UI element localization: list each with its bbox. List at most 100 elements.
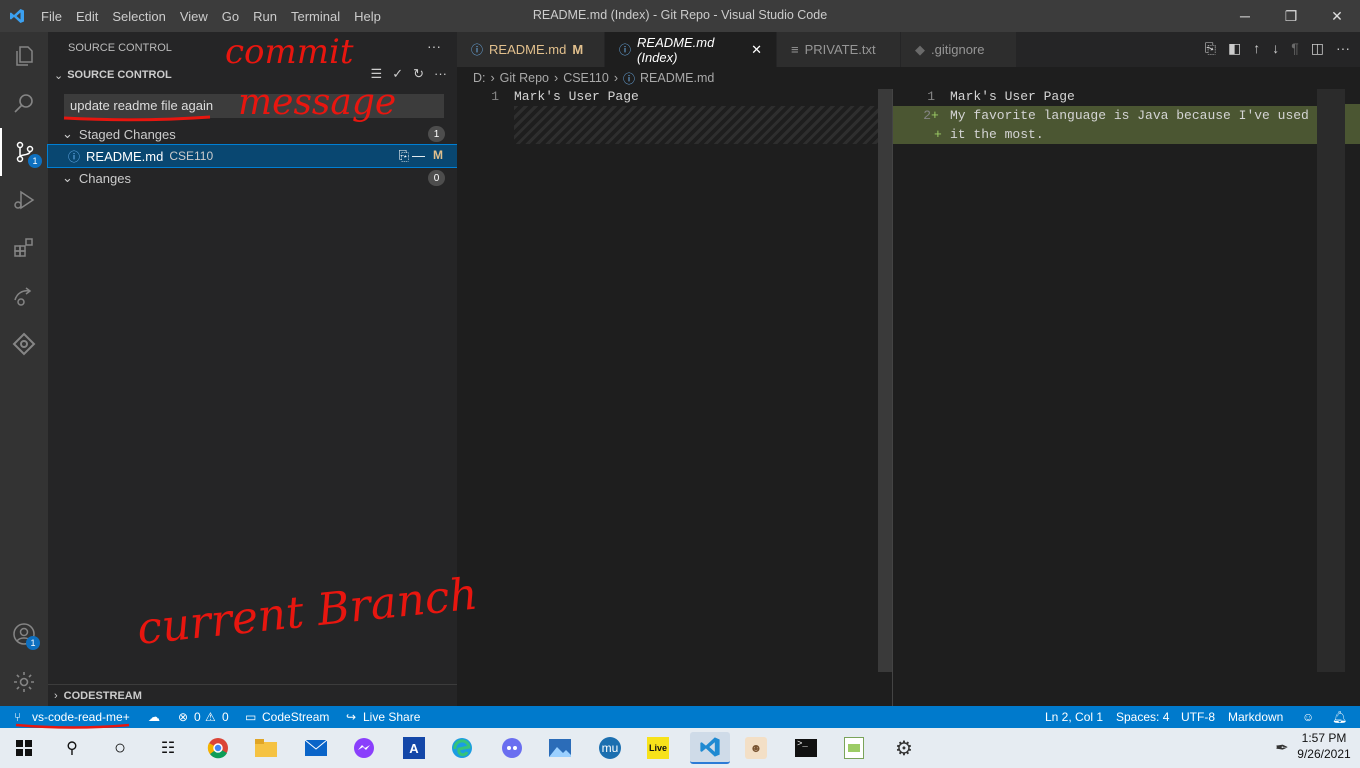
system-clock[interactable]: 1:57 PM 9/26/2021	[1294, 731, 1354, 761]
comment-icon: ▭	[245, 710, 257, 724]
modified-status-badge: M	[433, 148, 443, 162]
code-line: Mark's User Page	[950, 89, 1075, 104]
menu-run[interactable]: Run	[246, 9, 284, 24]
more-actions-icon[interactable]: ···	[427, 38, 441, 54]
commit-check-icon[interactable]: ✓	[392, 66, 403, 82]
minimize-button[interactable]: ─	[1222, 0, 1268, 32]
changes-group[interactable]: ⌄ Changes 0	[48, 167, 457, 189]
refresh-icon[interactable]: ↻	[413, 66, 424, 82]
staged-file-row[interactable]: ⓘ README.md CSE110 ⎘ — M	[47, 144, 458, 168]
sync-cloud-icon[interactable]: ☁	[148, 710, 160, 724]
warning-count[interactable]: 0	[222, 710, 229, 724]
warning-icon: ⚠	[205, 710, 216, 724]
open-file-icon[interactable]: ⎘	[399, 148, 409, 164]
staged-count-badge: 1	[428, 126, 445, 142]
messenger-icon[interactable]	[348, 732, 380, 764]
chevron-right-icon: ›	[54, 689, 58, 702]
cursor-position[interactable]: Ln 2, Col 1	[1045, 710, 1103, 724]
next-change-icon[interactable]: ↓	[1272, 40, 1279, 57]
tab-readme-index[interactable]: ⓘ README.md (Index) ✕	[605, 32, 777, 67]
settings-gear-icon[interactable]	[0, 658, 48, 706]
section-title: SOURCE CONTROL	[67, 69, 172, 81]
previous-change-icon[interactable]: ↑	[1253, 40, 1260, 57]
run-debug-icon[interactable]	[0, 176, 48, 224]
tab-private[interactable]: ≡ PRIVATE.txt	[777, 32, 901, 67]
open-changes-icon[interactable]: ◧	[1228, 40, 1241, 57]
annotation-underline-message	[63, 115, 211, 122]
diff-right-pane[interactable]: 1 Mark's User Page 2 + My favorite langu…	[893, 89, 1330, 706]
view-as-tree-icon[interactable]: ☰	[371, 66, 383, 82]
search-icon[interactable]	[0, 80, 48, 128]
accounts-icon[interactable]: 1	[0, 610, 48, 658]
mu-editor-icon[interactable]: mu	[594, 732, 626, 764]
line-number: 1	[927, 89, 935, 104]
git-file-icon: ◆	[915, 41, 925, 57]
breadcrumb-subfolder[interactable]: CSE110	[563, 71, 609, 85]
staged-changes-group[interactable]: ⌄ Staged Changes 1	[48, 123, 457, 145]
game-app-icon[interactable]: ☻	[740, 732, 772, 764]
unstage-icon[interactable]: —	[412, 148, 425, 163]
file-explorer-icon[interactable]	[250, 732, 282, 764]
diff-left-pane[interactable]: 1 Mark's User Page	[457, 89, 889, 706]
open-file-icon[interactable]: ⎘	[1205, 40, 1216, 57]
notepad-plus-icon[interactable]	[838, 732, 870, 764]
extensions-icon[interactable]	[0, 224, 48, 272]
menu-edit[interactable]: Edit	[69, 9, 105, 24]
menu-bar: File Edit Selection View Go Run Terminal Help	[34, 9, 388, 24]
breadcrumb-drive[interactable]: D:	[473, 71, 486, 85]
vscode-taskbar-icon[interactable]	[690, 732, 730, 764]
breadcrumb-folder[interactable]: Git Repo	[500, 71, 549, 85]
photos-icon[interactable]	[544, 732, 576, 764]
left-scrollbar[interactable]	[878, 89, 892, 672]
notifications-bell-icon[interactable]: 🔔︎	[1332, 710, 1347, 724]
live-app-icon[interactable]: Live	[642, 732, 674, 764]
menu-terminal[interactable]: Terminal	[284, 9, 347, 24]
breadcrumb: D: › Git Repo › CSE110 › ⓘ README.md	[473, 71, 715, 86]
terminal-icon[interactable]: >_	[790, 732, 822, 764]
breadcrumb-file[interactable]: README.md	[640, 71, 714, 85]
task-view-icon[interactable]: ☷	[152, 732, 184, 764]
more-icon[interactable]: ···	[434, 66, 447, 82]
menu-help[interactable]: Help	[347, 9, 388, 24]
source-control-section-header[interactable]: ⌄ SOURCE CONTROL ☰ ✓ ↻ ···	[48, 64, 457, 86]
menu-go[interactable]: Go	[215, 9, 246, 24]
edge-icon[interactable]	[446, 732, 478, 764]
live-share-icon[interactable]	[0, 272, 48, 320]
more-icon[interactable]: ···	[1336, 40, 1350, 57]
windows-start-icon[interactable]	[8, 732, 40, 764]
codestream-status[interactable]: CodeStream	[262, 710, 329, 724]
taskbar-search-icon[interactable]: ⚲	[56, 732, 88, 764]
title-bar: File Edit Selection View Go Run Terminal Help R…	[0, 0, 1360, 32]
close-button[interactable]: ✕	[1314, 0, 1360, 32]
codestream-section-header[interactable]: › CODESTREAM	[48, 684, 457, 706]
menu-file[interactable]: File	[34, 9, 69, 24]
menu-selection[interactable]: Selection	[105, 9, 172, 24]
discord-icon[interactable]	[496, 732, 528, 764]
mail-icon[interactable]	[300, 732, 332, 764]
indentation[interactable]: Spaces: 4	[1116, 710, 1169, 724]
tab-gitignore[interactable]: ◆ .gitignore	[901, 32, 1017, 67]
error-count[interactable]: 0	[194, 710, 201, 724]
feedback-icon[interactable]: ☺	[1302, 710, 1314, 724]
whitespace-icon[interactable]: ¶	[1291, 40, 1299, 57]
source-control-icon[interactable]: 1	[0, 128, 48, 176]
settings-taskbar-icon[interactable]: ⚙	[888, 732, 920, 764]
explorer-icon[interactable]	[0, 32, 48, 80]
app-a-icon[interactable]: A	[398, 732, 430, 764]
chevron-down-icon: ⌄	[62, 126, 73, 141]
menu-view[interactable]: View	[173, 9, 215, 24]
live-share-status[interactable]: Live Share	[363, 710, 420, 724]
right-scrollbar[interactable]	[1317, 89, 1345, 672]
split-editor-icon[interactable]: ◫	[1311, 40, 1324, 57]
chrome-icon[interactable]	[202, 732, 234, 764]
cortana-icon[interactable]: ○	[104, 732, 136, 764]
tab-readme[interactable]: ⓘ README.md M	[457, 32, 605, 67]
code-line: it the most.	[950, 127, 1044, 142]
encoding[interactable]: UTF-8	[1181, 710, 1215, 724]
maximize-button[interactable]: ❐	[1268, 0, 1314, 32]
codestream-icon[interactable]	[0, 320, 48, 368]
language-mode[interactable]: Markdown	[1228, 710, 1283, 724]
close-tab-icon[interactable]: ✕	[751, 42, 762, 58]
tab-label: README.md (Index)	[637, 34, 715, 65]
line-number: 1	[491, 89, 499, 104]
